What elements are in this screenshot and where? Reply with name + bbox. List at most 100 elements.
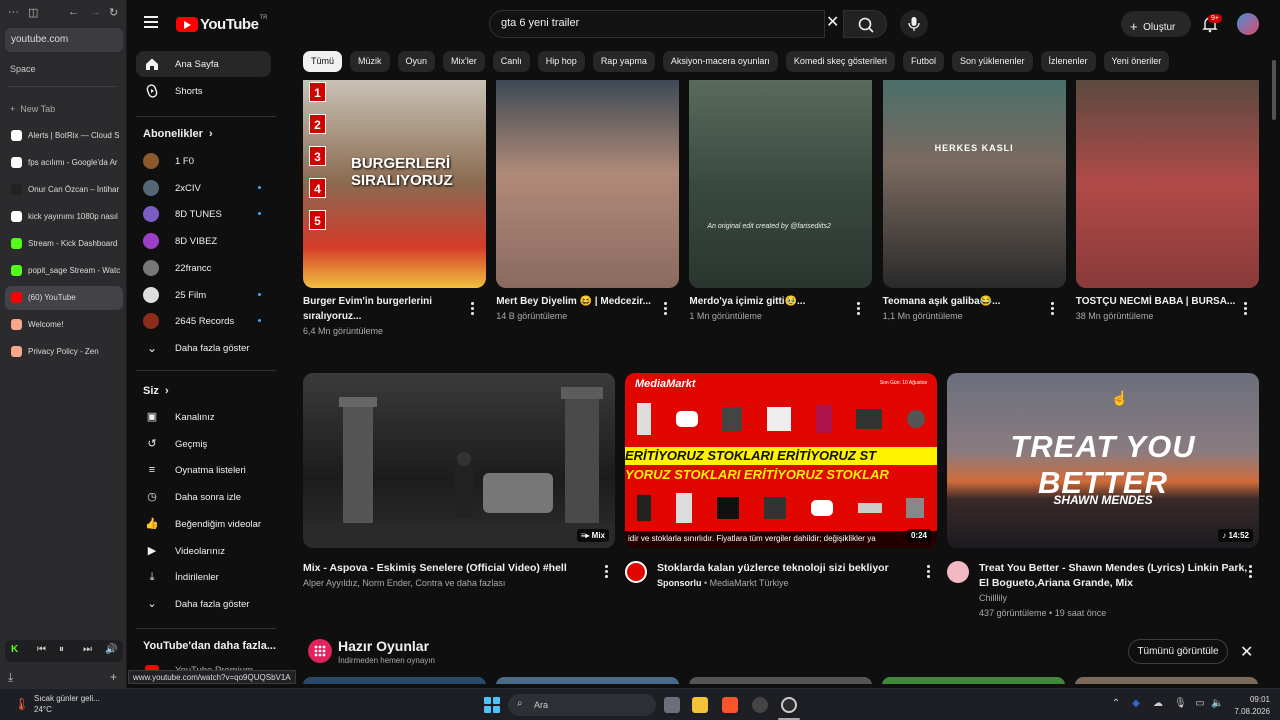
short-card[interactable]: Mert Bey Diyelim 😆 | Medcezir... 14 B gör… bbox=[496, 80, 680, 321]
back-icon[interactable]: ← bbox=[68, 6, 79, 18]
next-icon[interactable]: ⏭ bbox=[83, 644, 92, 655]
channel-avatar[interactable] bbox=[947, 561, 969, 583]
sidebar-item-channel[interactable]: 25 Film bbox=[136, 282, 271, 308]
ad-channel[interactable]: MediaMarkt Türkiye bbox=[710, 578, 789, 588]
sidebar-item-channel[interactable]: ▣ Kanalınız bbox=[136, 404, 271, 430]
sidebar-item-playlist[interactable]: ≡ Oynatma listeleri bbox=[136, 457, 271, 483]
menu-icon[interactable] bbox=[144, 16, 158, 28]
clock[interactable]: 09:01 7.08.2026 bbox=[1228, 694, 1270, 718]
ad-card[interactable]: MediaMarkt Son Gün: 10 Ağustos ERİTİYORU… bbox=[625, 373, 937, 588]
app-icon[interactable] bbox=[752, 697, 768, 713]
microphone-icon[interactable]: 🎙 bbox=[1174, 698, 1187, 710]
filter-chip[interactable]: Rap yapma bbox=[592, 51, 655, 72]
sidebar-item-channel[interactable]: 1 F0 bbox=[136, 148, 271, 174]
network-icon[interactable]: ▭ bbox=[1194, 698, 1206, 710]
youtube-logo[interactable]: YouTube TR bbox=[176, 15, 267, 33]
voice-search-button[interactable] bbox=[900, 10, 928, 38]
sidebar-item-channel[interactable]: 8D VIBEZ bbox=[136, 228, 271, 254]
ad-title[interactable]: Stoklarda kalan yüzlerce teknoloji sizi … bbox=[657, 561, 917, 576]
filter-chip[interactable]: Son yüklenenler bbox=[951, 51, 1033, 72]
more-options-icon[interactable] bbox=[927, 565, 930, 580]
more-options-icon[interactable] bbox=[471, 302, 474, 317]
filter-chip[interactable]: Müzik bbox=[350, 51, 390, 72]
game-card[interactable] bbox=[496, 677, 679, 684]
short-title[interactable]: Merdo'ya içimiz gitti🥹... bbox=[689, 294, 852, 309]
sidebar-toggle-icon[interactable]: ◫ bbox=[28, 6, 38, 19]
sidebar-item-home[interactable]: Ana Sayfa bbox=[136, 51, 271, 77]
ad-thumbnail[interactable]: MediaMarkt Son Gün: 10 Ağustos ERİTİYORU… bbox=[625, 373, 937, 548]
taskbar-search[interactable]: ⌕ Ara bbox=[508, 694, 656, 716]
start-button[interactable] bbox=[484, 697, 500, 713]
subscriptions-header[interactable]: Abonelikler › bbox=[143, 128, 213, 140]
browser-tab[interactable]: Stream - Kick Dashboard bbox=[5, 232, 123, 256]
video-thumbnail[interactable]: ≡▸ Mix bbox=[303, 373, 615, 548]
browser-tab[interactable]: fps acılımı - Google'da Ar bbox=[5, 151, 123, 175]
new-tab-button[interactable]: + New Tab bbox=[10, 104, 55, 114]
task-view-icon[interactable] bbox=[664, 697, 680, 713]
browser-tab[interactable]: Welcome! bbox=[5, 313, 123, 337]
video-title[interactable]: Mix - Aspova - Eskimiş Senelere (Officia… bbox=[303, 561, 593, 576]
sidebar-item-chevron-down[interactable]: ⌄ Daha fazla göster bbox=[136, 591, 271, 617]
short-card[interactable]: HERKES KASLI Teomana aşık galiba😂... 1,1 M… bbox=[882, 80, 1066, 321]
browser-tab[interactable]: Onur Can Özcan – İntihar bbox=[5, 178, 123, 202]
short-title[interactable]: Burger Evim'in burgerlerini sıralıyoruz.… bbox=[303, 294, 466, 324]
filter-chip[interactable]: Komedi skeç gösterileri bbox=[785, 51, 895, 72]
show-more-subscriptions[interactable]: ⌄ Daha fazla göster bbox=[136, 335, 271, 361]
cloud-icon[interactable]: ☁ bbox=[1152, 698, 1164, 710]
file-explorer-icon[interactable] bbox=[692, 697, 708, 713]
filter-chip[interactable]: Mix'ler bbox=[443, 51, 485, 72]
download-icon[interactable]: ⤓ bbox=[8, 670, 13, 685]
short-thumbnail[interactable]: An original edit created by @farisediits… bbox=[689, 80, 873, 288]
sidebar-item-shorts[interactable]: Shorts bbox=[136, 78, 271, 104]
short-thumbnail[interactable] bbox=[496, 80, 680, 288]
chevron-up-icon[interactable]: ⌃ bbox=[1110, 698, 1122, 710]
browser-tab[interactable]: (60) YouTube bbox=[5, 286, 123, 310]
create-button[interactable]: + Oluştur bbox=[1121, 11, 1191, 37]
previous-icon[interactable]: ⏮ bbox=[37, 644, 46, 655]
game-card[interactable] bbox=[303, 677, 486, 684]
close-icon[interactable]: ✕ bbox=[1240, 642, 1253, 662]
short-title[interactable]: Teomana aşık galiba😂... bbox=[883, 294, 1046, 309]
browser-tab[interactable]: kick yayınımı 1080p nasıl bbox=[5, 205, 123, 229]
you-header[interactable]: Siz › bbox=[143, 385, 169, 397]
more-options-icon[interactable] bbox=[857, 302, 861, 317]
short-thumbnail[interactable] bbox=[1075, 80, 1259, 288]
sidebar-item-watch-later[interactable]: ◷ Daha sonra izle bbox=[136, 484, 271, 510]
menu-dots-icon[interactable]: ··· bbox=[8, 6, 19, 18]
short-title[interactable]: Mert Bey Diyelim 😆 | Medcezir... bbox=[496, 294, 659, 309]
filter-chip[interactable]: Oyun bbox=[397, 51, 436, 72]
show-all-button[interactable]: Tümünü görüntüle bbox=[1128, 639, 1228, 664]
short-title[interactable]: TOSTÇU NECMİ BABA | BURSA... bbox=[1076, 294, 1239, 309]
sidebar-item-history[interactable]: ↺ Geçmiş bbox=[136, 431, 271, 457]
game-card[interactable] bbox=[689, 677, 872, 684]
video-channel[interactable]: Alper Ayyıldız, Norm Ender, Contra ve da… bbox=[303, 578, 505, 588]
weather-widget[interactable]: Sıcak günler geli... 24°C bbox=[34, 693, 100, 715]
filter-chip[interactable]: Futbol bbox=[902, 51, 944, 72]
sidebar-item-channel[interactable]: 2xCIV bbox=[136, 175, 271, 201]
reload-icon[interactable]: ↻ bbox=[109, 6, 118, 19]
more-options-icon[interactable] bbox=[664, 302, 668, 317]
video-channel[interactable]: Chilllily bbox=[979, 593, 1007, 603]
filter-chip[interactable]: Yeni öneriler bbox=[1103, 51, 1170, 72]
search-button[interactable] bbox=[843, 10, 887, 38]
sidebar-item-your-videos[interactable]: ▶ Videolarınız bbox=[136, 538, 271, 564]
more-options-icon[interactable] bbox=[1249, 565, 1252, 580]
browser-tab[interactable]: Alerts | BotRix — Cloud S bbox=[5, 124, 123, 148]
video-thumbnail[interactable]: TREAT YOU BETTER SHAWN MENDES ♪ 14:52 bbox=[947, 373, 1259, 548]
filter-chip[interactable]: Hip hop bbox=[537, 51, 585, 72]
game-card[interactable] bbox=[1075, 677, 1258, 684]
more-options-icon[interactable] bbox=[1243, 302, 1247, 317]
sidebar-item-channel[interactable]: 8D TUNES bbox=[136, 201, 271, 227]
app-tray-icon[interactable]: ◆ bbox=[1130, 698, 1142, 710]
filter-chip[interactable]: Tümü bbox=[303, 51, 343, 72]
short-card[interactable]: TOSTÇU NECMİ BABA | BURSA... 38 Mn görünt… bbox=[1075, 80, 1259, 321]
clear-search-icon[interactable]: ✕ bbox=[826, 14, 839, 32]
short-card[interactable]: An original edit created by @farisediits… bbox=[689, 80, 873, 321]
filter-chip[interactable]: Canlı bbox=[492, 51, 530, 72]
brave-browser-icon[interactable] bbox=[722, 697, 738, 713]
account-avatar[interactable] bbox=[1237, 13, 1259, 35]
speaker-icon[interactable]: 🔈 bbox=[1211, 698, 1223, 710]
url-bar[interactable]: youtube.com bbox=[5, 28, 123, 52]
sidebar-item-channel[interactable]: 2645 Records bbox=[136, 308, 271, 334]
search-input[interactable]: gta 6 yeni trailer bbox=[489, 10, 825, 38]
